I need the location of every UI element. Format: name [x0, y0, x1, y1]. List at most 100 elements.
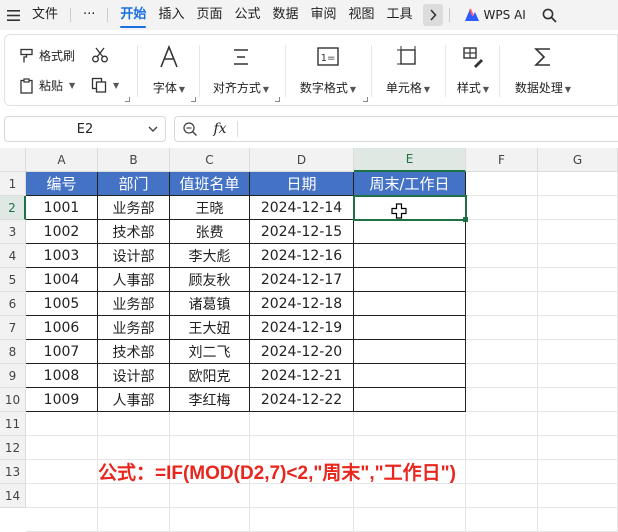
table-cell-name[interactable]: 张费 — [170, 220, 250, 244]
clipboard-group-launcher-icon[interactable] — [125, 97, 130, 102]
cut-button[interactable] — [91, 47, 109, 63]
table-cell-type[interactable] — [354, 340, 466, 364]
tab-home[interactable]: 开始 — [114, 0, 152, 30]
table-cell-date[interactable]: 2024-12-20 — [250, 340, 354, 364]
row-header-3[interactable]: 3 — [0, 220, 26, 244]
column-header-d[interactable]: D — [250, 148, 354, 172]
alignment-group-launcher-icon[interactable] — [275, 97, 280, 102]
menu-file[interactable]: 文件 — [26, 0, 64, 30]
table-cell-dept[interactable]: 设计部 — [98, 244, 170, 268]
select-all-corner[interactable] — [0, 148, 26, 172]
table-cell-date[interactable]: 2024-12-22 — [250, 388, 354, 412]
column-header-b[interactable]: B — [98, 148, 170, 172]
table-cell-id[interactable]: 1001 — [26, 196, 98, 220]
row-header-1[interactable]: 1 — [0, 172, 26, 196]
row-header-10[interactable]: 10 — [0, 388, 26, 412]
table-cell-type[interactable] — [354, 364, 466, 388]
row-header-6[interactable]: 6 — [0, 292, 26, 316]
formula-input[interactable] — [238, 117, 618, 141]
table-cell-type[interactable] — [354, 220, 466, 244]
chevron-down-icon[interactable] — [147, 121, 159, 137]
column-header-e[interactable]: E — [354, 148, 466, 172]
format-painter-button[interactable]: 格式刷 — [19, 47, 75, 64]
table-header-dept[interactable]: 部门 — [98, 172, 170, 196]
more-tabs-button[interactable] — [422, 4, 443, 26]
table-cell-date[interactable]: 2024-12-19 — [250, 316, 354, 340]
row-header-7[interactable]: 7 — [0, 316, 26, 340]
copy-button[interactable]: ▼ — [91, 77, 119, 93]
font-group-launcher-icon[interactable] — [191, 97, 196, 102]
table-cell-id[interactable]: 1005 — [26, 292, 98, 316]
insert-function-button[interactable]: fx — [205, 121, 235, 137]
row-header-12[interactable]: 12 — [0, 436, 26, 460]
table-cell-dept[interactable]: 设计部 — [98, 364, 170, 388]
table-cell-date[interactable]: 2024-12-18 — [250, 292, 354, 316]
table-header-type[interactable]: 周末/工作日 — [354, 172, 466, 196]
tab-view[interactable]: 视图 — [343, 0, 381, 30]
zoom-function-icon[interactable] — [175, 121, 205, 137]
column-header-h[interactable] — [610, 148, 618, 172]
tab-page[interactable]: 页面 — [190, 0, 228, 30]
data-processing-group-button[interactable]: 数据处理 ▼ — [505, 43, 581, 96]
table-cell-dept[interactable]: 业务部 — [98, 292, 170, 316]
row-header-2[interactable]: 2 — [0, 196, 26, 220]
table-cell-name[interactable]: 李红梅 — [170, 388, 250, 412]
column-header-g[interactable]: G — [538, 148, 618, 172]
table-cell-id[interactable]: 1002 — [26, 220, 98, 244]
table-header-date[interactable]: 日期 — [250, 172, 354, 196]
row-header-5[interactable]: 5 — [0, 268, 26, 292]
table-cell-id[interactable]: 1009 — [26, 388, 98, 412]
tab-data[interactable]: 数据 — [266, 0, 304, 30]
number-format-group-button[interactable]: 1= 数字格式 ▼ — [291, 43, 365, 96]
number-format-launcher-icon[interactable] — [363, 97, 368, 102]
table-cell-name[interactable]: 诸葛镇 — [170, 292, 250, 316]
paste-button[interactable]: 粘贴 ▼ — [19, 77, 75, 94]
table-cell-name[interactable]: 欧阳克 — [170, 364, 250, 388]
table-cell-dept[interactable]: 业务部 — [98, 196, 170, 220]
table-cell-type[interactable] — [354, 292, 466, 316]
table-cell-date[interactable]: 2024-12-16 — [250, 244, 354, 268]
cell-group-button[interactable]: 单元格 ▼ — [377, 43, 439, 96]
table-cell-date[interactable]: 2024-12-21 — [250, 364, 354, 388]
column-header-a[interactable]: A — [26, 148, 98, 172]
row-header-11[interactable]: 11 — [0, 412, 26, 436]
row-header-14[interactable]: 14 — [0, 484, 26, 508]
hamburger-menu-icon[interactable] — [0, 9, 26, 21]
wps-ai-button[interactable]: WPS AI — [456, 8, 534, 22]
table-cell-name[interactable]: 王晓 — [170, 196, 250, 220]
table-cell-date[interactable]: 2024-12-17 — [250, 268, 354, 292]
table-cell-name[interactable]: 王大妞 — [170, 316, 250, 340]
table-cell-type[interactable] — [354, 316, 466, 340]
tab-insert[interactable]: 插入 — [152, 0, 190, 30]
fill-handle[interactable] — [463, 217, 468, 222]
row-header-4[interactable]: 4 — [0, 244, 26, 268]
table-header-name[interactable]: 值班名单 — [170, 172, 250, 196]
menu-more[interactable]: ··· — [77, 0, 101, 30]
column-header-c[interactable]: C — [170, 148, 250, 172]
table-cell-dept[interactable]: 技术部 — [98, 220, 170, 244]
column-header-f[interactable]: F — [466, 148, 538, 172]
name-box[interactable]: E2 — [4, 116, 166, 142]
font-group-button[interactable]: 字体 ▼ — [145, 43, 193, 96]
table-cell-dept[interactable]: 业务部 — [98, 316, 170, 340]
table-cell-type[interactable] — [354, 244, 466, 268]
tab-tools[interactable]: 工具 — [381, 0, 419, 30]
table-cell-id[interactable]: 1004 — [26, 268, 98, 292]
table-header-id[interactable]: 编号 — [26, 172, 98, 196]
table-cell-id[interactable]: 1006 — [26, 316, 98, 340]
tab-review[interactable]: 审阅 — [305, 0, 343, 30]
row-header-9[interactable]: 9 — [0, 364, 26, 388]
table-cell-id[interactable]: 1003 — [26, 244, 98, 268]
table-cell-type[interactable] — [354, 388, 466, 412]
table-cell-dept[interactable]: 人事部 — [98, 388, 170, 412]
tab-formula[interactable]: 公式 — [228, 0, 266, 30]
table-cell-id[interactable]: 1008 — [26, 364, 98, 388]
search-icon[interactable] — [534, 8, 565, 23]
table-cell-date[interactable]: 2024-12-14 — [250, 196, 354, 220]
active-cell-selection[interactable] — [353, 195, 467, 221]
table-cell-dept[interactable]: 技术部 — [98, 340, 170, 364]
table-cell-name[interactable]: 刘二飞 — [170, 340, 250, 364]
table-cell-name[interactable]: 李大彪 — [170, 244, 250, 268]
style-group-button[interactable]: 样式 ▼ — [451, 43, 495, 96]
table-cell-name[interactable]: 顾友秋 — [170, 268, 250, 292]
